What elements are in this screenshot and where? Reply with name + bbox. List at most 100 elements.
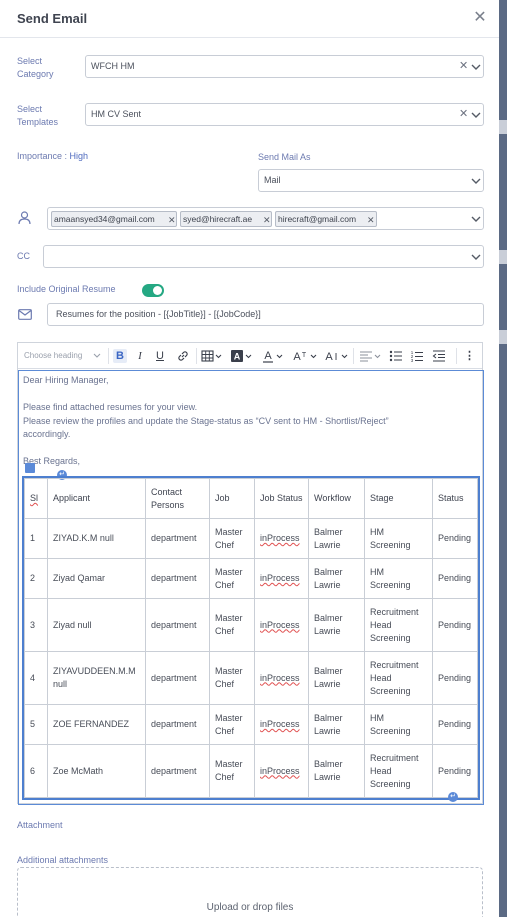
bold-icon[interactable]: B bbox=[113, 349, 127, 363]
file-dropzone[interactable]: Upload or drop files bbox=[17, 867, 483, 917]
table-icon[interactable] bbox=[201, 349, 223, 363]
svg-text:A: A bbox=[293, 351, 301, 363]
toolbar-divider bbox=[196, 348, 197, 364]
align-left-icon[interactable] bbox=[359, 349, 383, 363]
heading-dropdown-label: Choose heading bbox=[24, 351, 83, 360]
bulleted-list-icon[interactable] bbox=[389, 349, 403, 363]
outdent-icon[interactable] bbox=[432, 349, 446, 363]
chevron-down-icon[interactable] bbox=[471, 214, 481, 224]
column-header: Job Status bbox=[254, 478, 309, 519]
table-cell: ZIYAVUDDEEN.M.M null bbox=[47, 651, 146, 705]
send-as-label: Send Mail As bbox=[258, 152, 311, 162]
editor-toolbar: Choose heading B I U A A AT AI 123 ⋮ bbox=[18, 343, 482, 369]
cc-label: CC bbox=[17, 251, 30, 261]
toggle-knob bbox=[153, 286, 162, 295]
svg-text:A: A bbox=[325, 351, 333, 363]
table-cell: Balmer Lawrie bbox=[308, 744, 365, 798]
table-row: 5 ZOE FERNANDEZ department Master Chef inPro… bbox=[24, 704, 478, 745]
background-fragment bbox=[499, 250, 507, 264]
send-as-value: Mail bbox=[264, 175, 281, 185]
font-color-icon[interactable]: A bbox=[261, 349, 285, 363]
clear-icon[interactable]: ✕ bbox=[459, 60, 468, 73]
mail-icon bbox=[18, 309, 32, 320]
underline-icon[interactable]: U bbox=[154, 349, 166, 363]
send-email-modal: Send Email ✕ Select Category WFCH HM ✕ S… bbox=[0, 0, 499, 917]
recipient-tag: syed@hirecraft.ae ✕ bbox=[180, 211, 272, 227]
font-size-icon[interactable]: AT bbox=[291, 349, 319, 363]
table-row: 6 Zoe McMath department Master Chef inProces… bbox=[24, 744, 478, 798]
greeting-text: Dear Hiring Manager, bbox=[23, 375, 109, 385]
cc-input[interactable] bbox=[43, 245, 484, 268]
remove-tag-icon[interactable]: ✕ bbox=[168, 213, 176, 227]
table-cell: 4 bbox=[24, 651, 48, 705]
toolbar-divider bbox=[353, 348, 354, 364]
chevron-down-icon[interactable] bbox=[93, 349, 101, 363]
clear-icon[interactable]: ✕ bbox=[459, 108, 468, 121]
background-fragment bbox=[499, 330, 507, 344]
category-label: Select Category bbox=[17, 56, 54, 79]
table-cell: Pending bbox=[432, 598, 478, 652]
recipient-tag: amaansyed34@gmail.com ✕ bbox=[51, 211, 177, 227]
chevron-down-icon[interactable] bbox=[471, 110, 481, 120]
table-cell: Master Chef bbox=[209, 744, 255, 798]
subject-value: Resumes for the position - [{JobTitle}] … bbox=[56, 309, 261, 319]
italic-icon[interactable]: I bbox=[134, 349, 146, 363]
chevron-down-icon[interactable] bbox=[471, 252, 481, 262]
column-header: Stage bbox=[364, 478, 433, 519]
table-cell: HM Screening bbox=[364, 558, 433, 599]
svg-text:I: I bbox=[335, 352, 338, 363]
table-cell: inProcess bbox=[254, 704, 309, 745]
body-line: Please review the profiles and update th… bbox=[23, 416, 389, 426]
table-select-handle[interactable] bbox=[25, 463, 35, 473]
highlight-icon[interactable]: A bbox=[230, 349, 254, 363]
table-cell: Recruitment Head Screening bbox=[364, 598, 433, 652]
close-icon[interactable]: ✕ bbox=[472, 10, 488, 26]
table-cell: inProcess bbox=[254, 518, 309, 559]
chevron-down-icon[interactable] bbox=[471, 176, 481, 186]
table-cell: 5 bbox=[24, 704, 48, 745]
table-cell: 3 bbox=[24, 598, 48, 652]
table-cell: Recruitment Head Screening bbox=[364, 744, 433, 798]
to-recipients-input[interactable]: amaansyed34@gmail.com ✕ syed@hirecraft.a… bbox=[47, 207, 484, 230]
editor-content[interactable]: Dear Hiring Manager, Please find attache… bbox=[18, 370, 484, 805]
importance-value[interactable]: High bbox=[70, 151, 89, 161]
table-cell: HM Screening bbox=[364, 704, 433, 745]
body-line: Please find attached resumes for your vi… bbox=[23, 402, 198, 412]
table-cell: Ziyad Qamar bbox=[47, 558, 146, 599]
background-fragment bbox=[499, 120, 507, 134]
insert-paragraph-after-icon[interactable]: ↵ bbox=[448, 792, 458, 802]
table-cell: 1 bbox=[24, 518, 48, 559]
modal-title: Send Email bbox=[17, 11, 88, 26]
heading-dropdown[interactable]: Choose heading bbox=[24, 349, 104, 363]
table-cell: Master Chef bbox=[209, 558, 255, 599]
include-resume-toggle[interactable] bbox=[142, 284, 164, 297]
table-cell: Pending bbox=[432, 518, 478, 559]
table-cell: Balmer Lawrie bbox=[308, 704, 365, 745]
column-header: Job bbox=[209, 478, 255, 519]
svg-text:A: A bbox=[234, 352, 241, 362]
column-header: Sl bbox=[24, 478, 48, 519]
numbered-list-icon[interactable]: 123 bbox=[410, 349, 424, 363]
subject-input[interactable]: Resumes for the position - [{JobTitle}] … bbox=[47, 303, 484, 326]
table-cell: Balmer Lawrie bbox=[308, 598, 365, 652]
background-page bbox=[499, 0, 507, 917]
remove-tag-icon[interactable]: ✕ bbox=[367, 213, 375, 227]
upload-text: Upload or drop files bbox=[206, 902, 294, 913]
table-cell: Balmer Lawrie bbox=[308, 558, 365, 599]
toolbar-divider bbox=[456, 348, 457, 364]
table-cell: department bbox=[145, 598, 210, 652]
templates-select[interactable]: HM CV Sent ✕ bbox=[85, 103, 484, 126]
link-icon[interactable] bbox=[176, 349, 190, 363]
font-family-icon[interactable]: AI bbox=[323, 349, 351, 363]
table-cell: Ziyad null bbox=[47, 598, 146, 652]
include-resume-label: Include Original Resume bbox=[17, 284, 116, 294]
send-as-select[interactable]: Mail bbox=[258, 169, 484, 192]
table-cell: Balmer Lawrie bbox=[308, 651, 365, 705]
category-select[interactable]: WFCH HM ✕ bbox=[85, 55, 484, 78]
more-options-icon[interactable]: ⋮ bbox=[464, 349, 475, 363]
chevron-down-icon[interactable] bbox=[471, 62, 481, 72]
remove-tag-icon[interactable]: ✕ bbox=[263, 213, 271, 227]
recipient-email: syed@hirecraft.ae bbox=[183, 214, 253, 224]
additional-attachments-label: Additional attachments bbox=[17, 855, 109, 865]
table-cell: Balmer Lawrie bbox=[308, 518, 365, 559]
